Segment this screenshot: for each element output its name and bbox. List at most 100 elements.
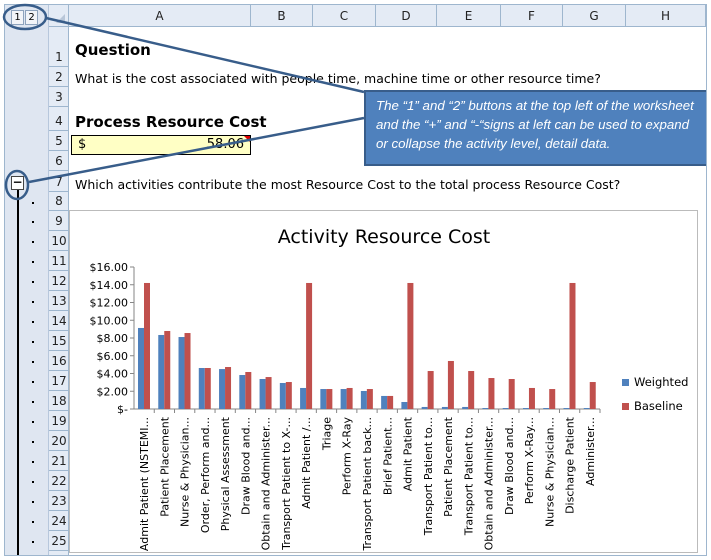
row-header-18[interactable]: 18	[49, 391, 69, 411]
outline-detail-marker	[32, 241, 34, 243]
bar-baseline	[549, 389, 556, 409]
legend-swatch-baseline	[622, 403, 629, 410]
row-header-16[interactable]: 16	[49, 351, 69, 371]
bar-baseline	[144, 282, 150, 409]
row-header-7[interactable]: 7	[49, 171, 69, 192]
y-tick-label: $8.00	[97, 332, 129, 345]
x-tick-label: Transport Patient to...	[422, 417, 435, 536]
row-header-14[interactable]: 14	[49, 311, 69, 331]
bar-weighted	[583, 408, 590, 409]
outline-detail-marker	[32, 221, 34, 223]
x-tick-label: Nurse & Physician...	[543, 417, 556, 527]
x-tick-label: Perform X-Ray	[341, 417, 354, 496]
bar-baseline	[508, 379, 515, 409]
x-tick-label: Transport Patient back...	[361, 417, 374, 552]
cost-cell[interactable]: $58.06	[71, 135, 251, 155]
bar-weighted	[522, 408, 529, 409]
x-tick-label: Transport Patient to X-...	[280, 417, 293, 551]
column-header-F[interactable]: F	[501, 5, 563, 27]
x-tick-label: Triage	[320, 417, 333, 451]
bar-baseline	[387, 395, 394, 409]
row-headers: 1 2 3 4 5 6 7 8 9 10 11 12 13 14 15 16 17 18 19 20 21 22 23 24 2…	[49, 27, 69, 555]
callout-note: The “1” and “2” buttons at the top left …	[364, 90, 706, 166]
row-header-1[interactable]: 1	[49, 27, 69, 67]
row-header-6[interactable]: 6	[49, 151, 69, 171]
y-tick-label: $-	[117, 403, 128, 416]
x-tick-label: Draw Blood and...	[239, 417, 252, 515]
row-header-8[interactable]: 8	[49, 192, 69, 211]
column-header-C[interactable]: C	[313, 5, 376, 27]
bar-weighted	[138, 327, 144, 409]
row-header-25[interactable]: 25	[49, 531, 69, 551]
y-tick-label: $10.00	[90, 314, 129, 327]
row-header-19[interactable]: 19	[49, 411, 69, 431]
x-tick-label: Admit Patient	[402, 416, 415, 491]
cost-value: 58.06	[206, 137, 244, 152]
outline-gutter: 1 2 −	[5, 5, 49, 555]
bar-baseline	[366, 389, 373, 409]
bar-weighted	[543, 408, 550, 409]
outline-detail-marker	[32, 201, 34, 204]
bar-baseline	[265, 377, 272, 409]
column-header-B[interactable]: B	[251, 5, 313, 27]
outline-detail-marker	[32, 501, 34, 503]
bar-weighted	[502, 408, 509, 409]
row-header-3[interactable]: 3	[49, 87, 69, 107]
column-headers: ABCDEFGH	[69, 5, 706, 27]
x-tick-label: Brief Patient...	[381, 417, 394, 495]
bar-baseline	[447, 360, 454, 409]
bar-baseline	[184, 333, 191, 409]
row-header-11[interactable]: 11	[49, 251, 69, 271]
x-tick-label: Transport Patient to...	[462, 417, 475, 536]
question-text: What is the cost associated with people …	[75, 71, 601, 86]
bar-baseline	[427, 371, 434, 409]
row-header-15[interactable]: 15	[49, 331, 69, 351]
y-tick-label: $14.00	[90, 279, 129, 292]
row-header-13[interactable]: 13	[49, 291, 69, 311]
x-tick-label: Administer...	[584, 417, 597, 486]
y-tick-label: $2.00	[97, 385, 129, 398]
bar-weighted	[462, 406, 469, 409]
chart-title: Activity Resource Cost	[278, 226, 491, 248]
row-header-20[interactable]: 20	[49, 431, 69, 451]
legend-swatch-weighted	[622, 379, 629, 386]
x-tick-label: Order, Perform and...	[199, 417, 212, 533]
bar-baseline	[245, 371, 252, 409]
row-header-5[interactable]: 5	[49, 131, 69, 151]
x-tick-label: Admit Patient /...	[300, 417, 313, 509]
column-header-G[interactable]: G	[563, 5, 626, 27]
y-tick-label: $16.00	[90, 261, 129, 274]
row-header-21[interactable]: 21	[49, 451, 69, 471]
column-header-E[interactable]: E	[437, 5, 501, 27]
outline-level-1-button[interactable]: 1	[11, 10, 24, 25]
bar-weighted	[482, 408, 489, 409]
row-header-4[interactable]: 4	[49, 107, 69, 131]
row-header-10[interactable]: 10	[49, 231, 69, 251]
y-tick-label: $4.00	[97, 368, 129, 381]
row-header-22[interactable]: 22	[49, 471, 69, 491]
row-header-23[interactable]: 23	[49, 491, 69, 511]
outline-detail-marker	[32, 481, 34, 483]
outline-level-2-button[interactable]: 2	[25, 10, 38, 25]
bar-baseline	[468, 371, 475, 409]
bar-weighted	[239, 375, 246, 409]
row-header-2[interactable]: 2	[49, 67, 69, 87]
bar-weighted	[441, 406, 448, 409]
activity-resource-cost-chart[interactable]: Activity Resource Cost $- $2.00 $4.00 $6.00 $…	[69, 210, 698, 553]
legend-label-weighted: Weighted	[634, 375, 688, 389]
row-header-12[interactable]: 12	[49, 271, 69, 291]
column-header-D[interactable]: D	[376, 5, 437, 27]
column-header-H[interactable]: H	[626, 5, 706, 27]
worksheet: 1 2 − ABCDEFGH 1 2 3 4 5 6 7 8 9 10 11 12 13 14 15 16 17…	[4, 4, 707, 556]
bar-baseline	[346, 387, 353, 409]
row-header-24[interactable]: 24	[49, 511, 69, 531]
collapse-group-button[interactable]: −	[11, 176, 24, 190]
bar-baseline	[285, 382, 292, 409]
bar-weighted	[563, 408, 570, 409]
row-header-9[interactable]: 9	[49, 211, 69, 231]
bar-weighted	[279, 382, 286, 409]
select-all-button[interactable]	[49, 5, 69, 27]
row-header-17[interactable]: 17	[49, 371, 69, 391]
legend-label-baseline: Baseline	[634, 399, 683, 413]
column-header-A[interactable]: A	[69, 5, 251, 27]
